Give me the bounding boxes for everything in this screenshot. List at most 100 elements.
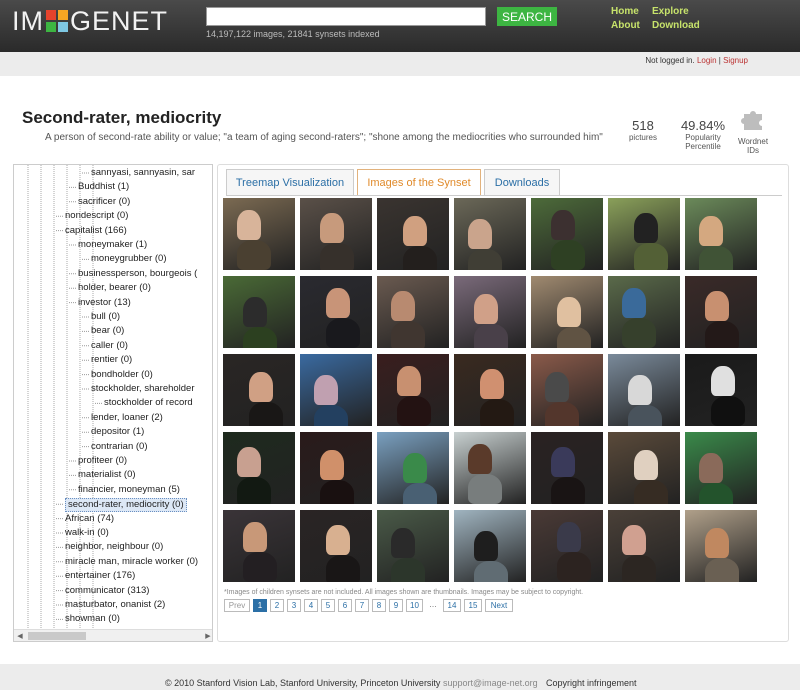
tree-item[interactable]: showman (0) — [65, 613, 120, 625]
image-thumbnail[interactable] — [223, 198, 295, 270]
tree-item-selected[interactable]: second-rater, mediocrity (0) — [65, 498, 187, 513]
tab-treemap[interactable]: Treemap Visualization — [226, 169, 354, 195]
image-thumbnail[interactable] — [608, 276, 680, 348]
image-thumbnail[interactable] — [608, 432, 680, 504]
tree-item[interactable]: bull (0) — [91, 311, 120, 323]
tree-item[interactable]: rentier (0) — [91, 354, 132, 366]
nav-about[interactable]: About — [611, 20, 640, 31]
image-thumbnail[interactable] — [608, 510, 680, 582]
tree-item[interactable]: investor (13) — [78, 297, 131, 309]
page-button[interactable]: 9 — [389, 599, 403, 612]
image-thumbnail[interactable] — [531, 432, 603, 504]
page-button[interactable]: 7 — [355, 599, 369, 612]
image-thumbnail[interactable] — [685, 198, 757, 270]
page-button[interactable]: 2 — [270, 599, 284, 612]
nav-home[interactable]: Home — [611, 6, 639, 17]
tree-item[interactable]: holder, bearer (0) — [78, 282, 151, 294]
image-thumbnail[interactable] — [454, 510, 526, 582]
footer-infringement-link[interactable]: Copyright infringement — [546, 678, 637, 688]
tree-item[interactable]: walk-in (0) — [65, 527, 109, 539]
tree-item[interactable]: profiteer (0) — [78, 455, 127, 467]
tree-horizontal-scrollbar[interactable]: ◀ ▶ — [14, 629, 212, 641]
image-thumbnail[interactable] — [454, 198, 526, 270]
image-thumbnail[interactable] — [377, 276, 449, 348]
footer-email-link[interactable]: support@image-net.org — [443, 678, 538, 688]
next-button[interactable]: Next — [485, 599, 513, 612]
tree-item[interactable]: caller (0) — [91, 340, 128, 352]
scroll-right-icon[interactable]: ▶ — [202, 630, 212, 641]
image-thumbnail[interactable] — [454, 276, 526, 348]
image-thumbnail[interactable] — [454, 354, 526, 426]
page-button[interactable]: 14 — [443, 599, 461, 612]
image-thumbnail[interactable] — [300, 276, 372, 348]
image-thumbnail[interactable] — [223, 510, 295, 582]
tree-item[interactable]: stockholder of record — [104, 397, 193, 409]
tree-item[interactable]: materialist (0) — [78, 469, 136, 481]
page-button[interactable]: 6 — [338, 599, 352, 612]
image-thumbnail[interactable] — [377, 198, 449, 270]
tree-item[interactable]: depositor (1) — [91, 426, 144, 438]
nav-download[interactable]: Download — [652, 20, 700, 31]
login-link[interactable]: Login — [697, 56, 717, 65]
tree-item[interactable]: entertainer (176) — [65, 570, 135, 582]
image-thumbnail[interactable] — [300, 432, 372, 504]
image-thumbnail[interactable] — [377, 354, 449, 426]
tree-item[interactable]: communicator (313) — [65, 585, 149, 597]
page-button[interactable]: 10 — [406, 599, 423, 612]
image-thumbnail[interactable] — [531, 510, 603, 582]
wordnet-ids[interactable]: Wordnet IDs — [736, 106, 770, 155]
image-thumbnail[interactable] — [685, 432, 757, 504]
image-thumbnail[interactable] — [454, 432, 526, 504]
page-button[interactable]: 15 — [464, 599, 482, 612]
page-button[interactable]: 3 — [287, 599, 301, 612]
image-thumbnail[interactable] — [531, 276, 603, 348]
image-thumbnail[interactable] — [223, 276, 295, 348]
image-thumbnail[interactable] — [608, 354, 680, 426]
signup-link[interactable]: Signup — [723, 56, 748, 65]
horizontal-scroll-thumb[interactable] — [28, 632, 86, 640]
tree-item[interactable]: neighbor, neighbour (0) — [65, 541, 163, 553]
tree-item[interactable]: bear (0) — [91, 325, 124, 337]
search-button[interactable]: SEARCH — [497, 7, 557, 26]
tree-item[interactable]: nondescript (0) — [65, 210, 128, 222]
image-thumbnail[interactable] — [685, 276, 757, 348]
image-thumbnail[interactable] — [300, 354, 372, 426]
image-thumbnail[interactable] — [685, 354, 757, 426]
image-thumbnail[interactable] — [531, 198, 603, 270]
tree-item[interactable]: sacrificer (0) — [78, 196, 130, 208]
page-button[interactable]: 4 — [304, 599, 318, 612]
tree-item[interactable]: moneymaker (1) — [78, 239, 147, 251]
tree-item[interactable]: lender, loaner (2) — [91, 412, 163, 424]
image-thumbnail[interactable] — [608, 198, 680, 270]
tree-item[interactable]: masturbator, onanist (2) — [65, 599, 165, 611]
image-thumbnail[interactable] — [300, 510, 372, 582]
scroll-left-icon[interactable]: ◀ — [14, 630, 26, 641]
image-thumbnail[interactable] — [300, 198, 372, 270]
tree-item[interactable]: stockholder, shareholder — [91, 383, 195, 395]
prev-button[interactable]: Prev — [224, 599, 250, 612]
imagenet-logo[interactable]: IM GENET — [12, 6, 168, 37]
page-button[interactable]: 5 — [321, 599, 335, 612]
tree-item[interactable]: miracle man, miracle worker (0) — [65, 556, 198, 568]
tree-item[interactable]: African (74) — [65, 513, 114, 525]
tab-downloads[interactable]: Downloads — [484, 169, 560, 195]
tab-images[interactable]: Images of the Synset — [357, 169, 481, 196]
image-thumbnail[interactable] — [531, 354, 603, 426]
image-thumbnail[interactable] — [223, 354, 295, 426]
image-thumbnail[interactable] — [377, 510, 449, 582]
tree-item[interactable]: financier, moneyman (5) — [78, 484, 180, 496]
tree-item[interactable]: bondholder (0) — [91, 369, 153, 381]
tree-item[interactable]: businessperson, bourgeois ( — [78, 268, 197, 280]
tree-item[interactable]: capitalist (166) — [65, 225, 127, 237]
image-thumbnail[interactable] — [223, 432, 295, 504]
nav-explore[interactable]: Explore — [652, 6, 689, 17]
tree-item[interactable]: moneygrubber (0) — [91, 253, 167, 265]
image-thumbnail[interactable] — [377, 432, 449, 504]
image-thumbnail[interactable] — [685, 510, 757, 582]
synset-tree[interactable]: sannyasi, sannyasin, sar Buddhist (1) sacr… — [13, 164, 213, 642]
tree-item[interactable]: Buddhist (1) — [78, 181, 129, 193]
page-button[interactable]: 1 — [253, 599, 267, 612]
page-button[interactable]: 8 — [372, 599, 386, 612]
tree-item[interactable]: contrarian (0) — [91, 441, 148, 453]
search-input[interactable] — [206, 7, 486, 26]
